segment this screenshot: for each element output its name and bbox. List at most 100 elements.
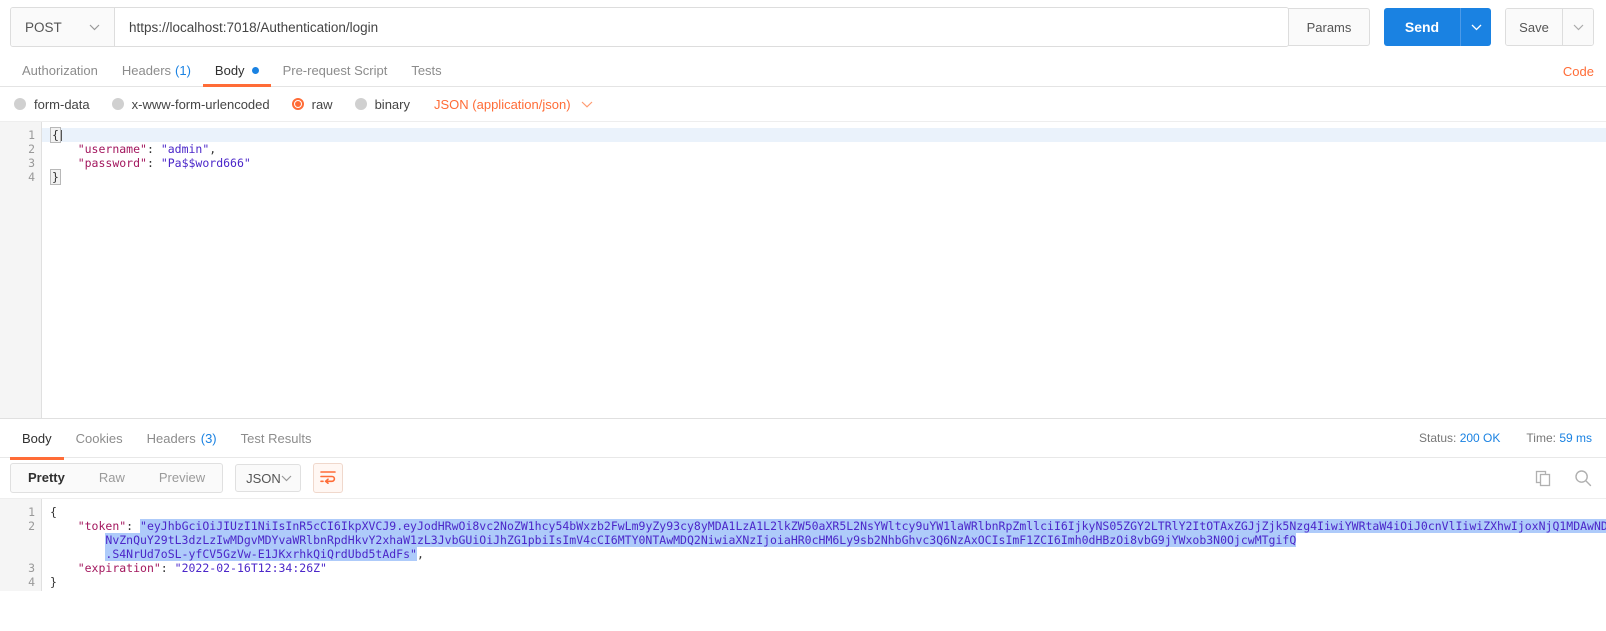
http-method-select[interactable]: POST <box>11 8 115 46</box>
line-number-text: 1 <box>28 128 35 142</box>
tab-tests-label: Tests <box>411 62 442 78</box>
content-type-select[interactable]: JSON (application/json) <box>434 97 593 112</box>
send-group: Send <box>1384 8 1491 46</box>
send-label: Send <box>1404 19 1440 35</box>
response-tab-cookies[interactable]: Cookies <box>64 419 135 457</box>
body-type-urlencoded-label: x-www-form-urlencoded <box>131 96 270 112</box>
response-body-editor[interactable]: 1 ▾ 2 3 4 { "token": "eyJhbGciOiJIUzI1Ni… <box>0 498 1606 591</box>
json-key: "token" <box>77 519 127 533</box>
json-sep: : <box>160 561 175 575</box>
word-wrap-icon <box>320 470 336 487</box>
send-button[interactable]: Send <box>1384 8 1460 46</box>
url-text: https://localhost:7018/Authentication/lo… <box>129 19 379 35</box>
params-button[interactable]: Params <box>1288 8 1370 46</box>
body-type-form-data-label: form-data <box>34 96 90 112</box>
save-group: Save <box>1505 8 1594 46</box>
request-bar: POST https://localhost:7018/Authenticati… <box>0 0 1606 54</box>
url-input[interactable]: https://localhost:7018/Authentication/lo… <box>115 8 1288 46</box>
json-key-expiration: "expiration" <box>77 561 161 575</box>
radio-icon-raw <box>291 98 304 110</box>
body-type-form-data[interactable]: form-data <box>14 97 90 112</box>
code-line: "username": "admin", <box>42 142 1606 156</box>
line-number: 4 <box>28 575 35 589</box>
response-tab-test-results[interactable]: Test Results <box>229 419 324 457</box>
text-cursor <box>60 130 62 141</box>
json-value-token-part2: NvZnQuY29tL3dzLzIwMDgvMDYvaWRlbnRpdHkvY2… <box>105 533 1297 547</box>
save-options-button[interactable] <box>1562 9 1593 45</box>
body-type-binary-label: binary <box>374 96 410 112</box>
close-brace: } <box>50 169 61 185</box>
request-body-editor[interactable]: 1 ▾ 2 3 4 { "username": "admin", "passwo… <box>0 121 1606 418</box>
tab-headers-count: (1) <box>175 62 191 78</box>
response-toolbar: Pretty Raw Preview JSON <box>0 457 1606 498</box>
body-modified-dot-icon <box>251 66 259 74</box>
status-label: Status: <box>1419 431 1457 445</box>
code-line: "password": "Pa$$word666" <box>42 156 1606 170</box>
response-code-area[interactable]: { "token": "eyJhbGciOiJIUzI1NiIsInR5cCI6… <box>42 499 1606 591</box>
copy-icon[interactable] <box>1535 470 1552 487</box>
json-value-token-part1: "eyJhbGciOiJIUzI1NiIsInR5cCI6IkpXVCJ9.ey… <box>140 519 1606 533</box>
body-type-raw[interactable]: raw <box>291 97 333 112</box>
response-view-mode-group: Pretty Raw Preview <box>10 463 224 493</box>
response-tab-headers[interactable]: Headers (3) <box>135 419 229 457</box>
params-label: Params <box>1306 19 1352 35</box>
line-number: 2 <box>28 519 35 533</box>
time-group: Time: 59 ms <box>1526 431 1592 445</box>
response-format-label: JSON <box>246 470 281 486</box>
open-brace: { <box>50 127 61 143</box>
word-wrap-toggle[interactable] <box>313 463 344 493</box>
code-line: } <box>42 575 1606 589</box>
status-value: 200 OK <box>1459 431 1501 445</box>
code-link[interactable]: Code <box>1563 64 1594 86</box>
send-options-button[interactable] <box>1460 8 1491 46</box>
response-format-select[interactable]: JSON <box>235 464 302 492</box>
line-number: 3 <box>28 561 35 575</box>
body-type-binary[interactable]: binary <box>354 96 410 112</box>
method-url-group: POST https://localhost:7018/Authenticati… <box>10 7 1289 47</box>
line-number: 2 <box>28 142 35 156</box>
response-tab-body[interactable]: Body <box>10 419 64 457</box>
code-line: "token": "eyJhbGciOiJIUzI1NiIsInR5cCI6Ik… <box>42 519 1606 533</box>
json-sep: : <box>126 519 141 533</box>
time-label: Time: <box>1526 431 1556 445</box>
request-code-area[interactable]: { "username": "admin", "password": "Pa$$… <box>42 122 1606 418</box>
line-number: 3 <box>28 156 35 170</box>
json-tail: , <box>209 142 217 156</box>
response-tab-headers-label: Headers <box>146 430 196 446</box>
tab-body[interactable]: Body <box>202 56 271 87</box>
body-type-urlencoded[interactable]: x-www-form-urlencoded <box>111 96 270 112</box>
radio-icon-urlencoded <box>111 98 124 110</box>
json-sep: : <box>146 142 161 156</box>
json-value-expiration: "2022-02-16T12:34:26Z" <box>174 561 327 575</box>
tab-tests[interactable]: Tests <box>399 56 453 87</box>
view-mode-preview[interactable]: Preview <box>142 464 222 492</box>
line-number-text: 1 <box>28 505 35 519</box>
request-editor-gutter: 1 ▾ 2 3 4 <box>0 122 51 418</box>
response-tab-headers-count: (3) <box>200 430 217 446</box>
json-value-token-part3: .S4NrUd7oSL-yfCV5GzVw-E1JKxrhkQiQrdUbd5t… <box>105 547 417 561</box>
response-tab-body-label: Body <box>22 430 52 446</box>
response-tab-test-results-label: Test Results <box>240 430 312 446</box>
json-key: "username" <box>77 142 147 156</box>
response-tab-cookies-label: Cookies <box>75 430 123 446</box>
http-method-label: POST <box>25 19 62 35</box>
code-line: .S4NrUd7oSL-yfCV5GzVw-E1JKxrhkQiQrdUbd5t… <box>42 547 1606 561</box>
chevron-down-icon <box>89 24 100 31</box>
tab-authorization[interactable]: Authorization <box>10 56 110 87</box>
radio-icon-form-data <box>14 98 26 110</box>
search-icon[interactable] <box>1574 469 1592 487</box>
tab-headers[interactable]: Headers (1) <box>110 56 203 87</box>
request-tabs: Authorization Headers (1) Body Pre-reque… <box>0 54 1606 87</box>
json-sep: : <box>146 156 161 170</box>
save-button[interactable]: Save <box>1506 9 1562 45</box>
json-tail: , <box>416 547 424 561</box>
chevron-down-icon <box>281 475 292 482</box>
line-number: 4 <box>28 170 35 184</box>
view-mode-raw[interactable]: Raw <box>82 464 142 492</box>
radio-icon-binary <box>354 98 367 110</box>
body-type-row: form-data x-www-form-urlencoded raw bina… <box>0 87 1606 121</box>
view-mode-pretty[interactable]: Pretty <box>11 464 82 492</box>
tab-pre-request-script[interactable]: Pre-request Script <box>271 56 400 87</box>
